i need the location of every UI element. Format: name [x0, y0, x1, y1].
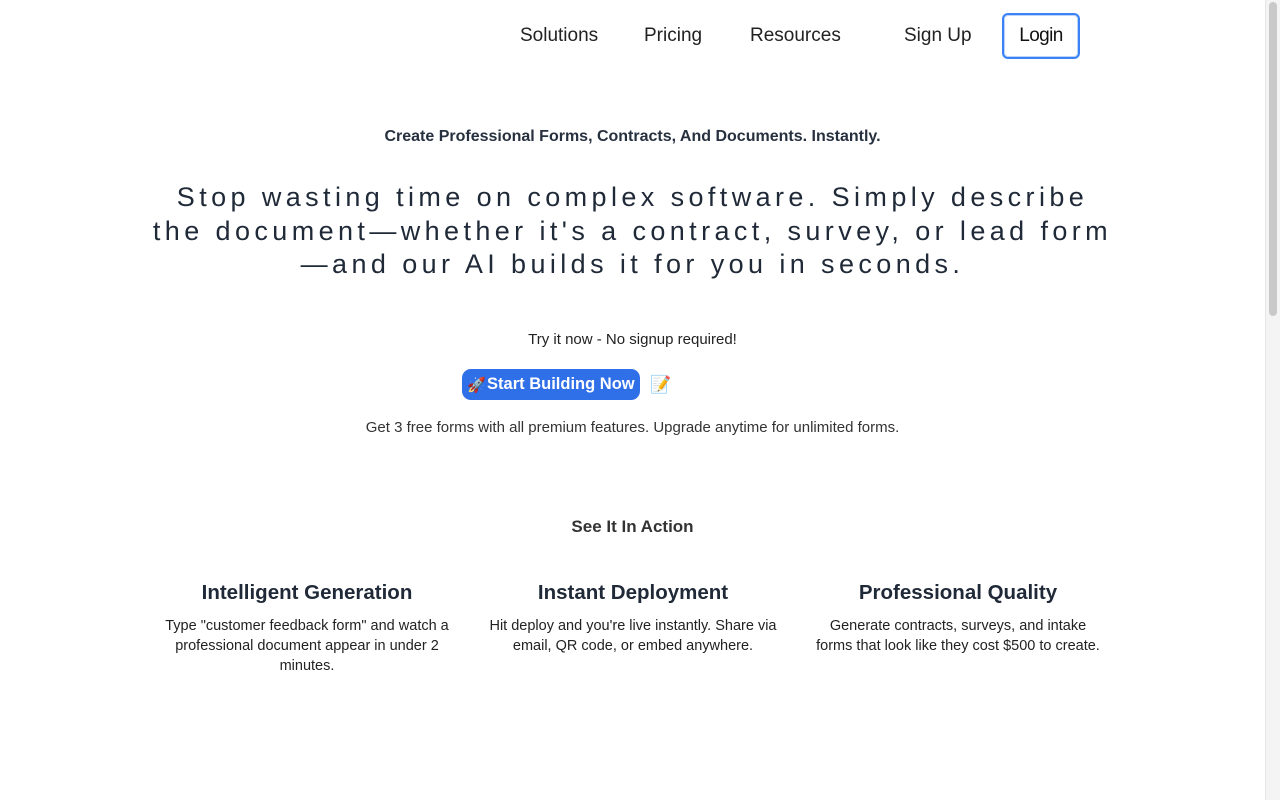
- section-title: See It In Action: [571, 517, 694, 536]
- feature-title: Professional Quality: [858, 581, 1058, 604]
- hero-tagline: Create Professional Forms, Contracts, An…: [384, 128, 881, 145]
- feature-card-professional-quality: Professional Quality Generate contracts,…: [808, 580, 1108, 657]
- feature-card-instant-deployment: Instant Deployment Hit deploy and you're…: [483, 580, 783, 657]
- feature-title: Instant Deployment: [537, 581, 729, 604]
- landing-page: Solutions Pricing Resources Sign Up Logi…: [0, 0, 1265, 800]
- start-building-button[interactable]: 🚀 Start Building Now: [462, 369, 640, 400]
- nav-solutions-link[interactable]: Solutions: [520, 25, 598, 47]
- free-forms-text: Get 3 free forms with all premium featur…: [365, 419, 900, 436]
- nav-pricing-link[interactable]: Pricing: [644, 25, 702, 47]
- vertical-scrollbar[interactable]: [1265, 0, 1280, 800]
- feature-description: Type "customer feedback form" and watch …: [165, 618, 449, 674]
- rocket-icon: 🚀: [467, 376, 487, 394]
- feature-description: Hit deploy and you're live instantly. Sh…: [489, 618, 777, 654]
- sign-up-link[interactable]: Sign Up: [904, 25, 972, 47]
- nav-resources-link[interactable]: Resources: [750, 25, 841, 47]
- feature-description: Generate contracts, surveys, and intake …: [816, 618, 1100, 654]
- feature-title: Intelligent Generation: [201, 581, 413, 604]
- memo-icon: 📝: [650, 375, 672, 394]
- login-button[interactable]: Login: [1002, 13, 1080, 59]
- scrollbar-thumb[interactable]: [1269, 2, 1277, 316]
- try-now-text: Try it now - No signup required!: [528, 331, 737, 348]
- feature-card-intelligent-generation: Intelligent Generation Type "customer fe…: [157, 580, 457, 676]
- start-building-label: Start Building Now: [487, 375, 635, 393]
- hero-headline: Stop wasting time on complex software. S…: [152, 182, 1113, 279]
